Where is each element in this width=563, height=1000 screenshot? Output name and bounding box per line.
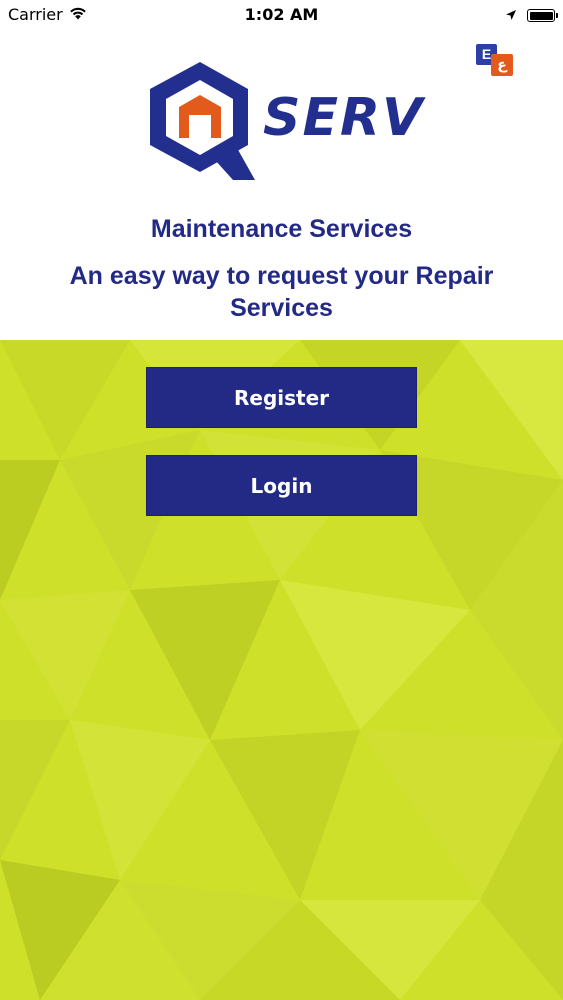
status-time: 1:02 AM bbox=[244, 5, 319, 24]
page-headline: Maintenance Services bbox=[150, 215, 413, 243]
status-right bbox=[505, 6, 558, 25]
status-bar: Carrier 1:02 AM bbox=[0, 0, 563, 30]
lang-ar-label: ع bbox=[491, 54, 513, 76]
logo-text: SERV bbox=[263, 88, 425, 148]
battery-icon bbox=[527, 9, 558, 22]
language-toggle-button[interactable]: E ع bbox=[476, 44, 514, 76]
location-arrow-icon bbox=[505, 6, 517, 25]
header: E ع SERV Maintenance Services An easy wa… bbox=[0, 30, 563, 340]
login-button[interactable]: Login bbox=[146, 455, 417, 516]
register-button[interactable]: Register bbox=[146, 367, 417, 428]
background-pattern bbox=[0, 340, 563, 1000]
qserv-logo: SERV bbox=[145, 60, 430, 185]
q-logo-icon bbox=[150, 62, 255, 180]
page-tagline: An easy way to request your Repair Servi… bbox=[69, 262, 494, 322]
